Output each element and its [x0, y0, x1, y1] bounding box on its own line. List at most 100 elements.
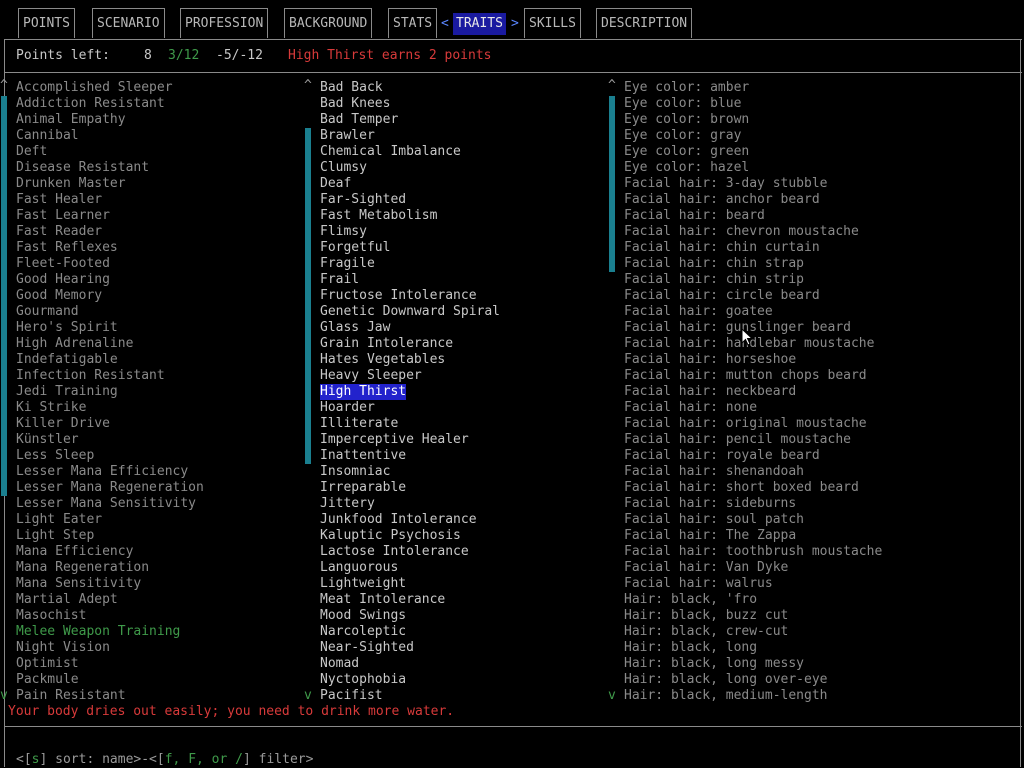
neutral-trait-item[interactable]: Facial hair: horseshoe	[624, 352, 796, 368]
positive-trait-item[interactable]: Light Eater	[16, 512, 102, 528]
neutral-trait-item[interactable]: Facial hair: shenandoah	[624, 464, 804, 480]
positive-trait-item[interactable]: Gourmand	[16, 304, 79, 320]
negative-trait-item[interactable]: Narcoleptic	[320, 624, 406, 640]
positive-trait-item[interactable]: Ki Strike	[16, 400, 86, 416]
negative-trait-item[interactable]: Forgetful	[320, 240, 390, 256]
neutral-trait-item[interactable]: Facial hair: anchor beard	[624, 192, 820, 208]
positive-trait-item[interactable]: Jedi Training	[16, 384, 118, 400]
positive-trait-item[interactable]: Killer Drive	[16, 416, 110, 432]
positive-trait-item[interactable]: Mana Sensitivity	[16, 576, 141, 592]
col2-scroll-down-icon[interactable]: v	[304, 688, 312, 703]
neutral-trait-item[interactable]: Facial hair: chin strap	[624, 256, 804, 272]
negative-trait-item[interactable]: Irreparable	[320, 480, 406, 496]
positive-trait-item[interactable]: Accomplished Sleeper	[16, 80, 173, 96]
neutral-trait-item[interactable]: Eye color: amber	[624, 80, 749, 96]
neutral-trait-item[interactable]: Eye color: brown	[624, 112, 749, 128]
negative-trait-item[interactable]: Grain Intolerance	[320, 336, 453, 352]
neutral-trait-item[interactable]: Facial hair: royale beard	[624, 448, 820, 464]
col2-scrollbar[interactable]	[305, 128, 311, 464]
positive-trait-item[interactable]: Lesser Mana Efficiency	[16, 464, 188, 480]
negative-trait-item[interactable]: Brawler	[320, 128, 375, 144]
neutral-trait-item[interactable]: Facial hair: chevron moustache	[624, 224, 859, 240]
negative-trait-item[interactable]: Lightweight	[320, 576, 406, 592]
negative-trait-item[interactable]: Nomad	[320, 656, 359, 672]
positive-trait-item[interactable]: Fast Reflexes	[16, 240, 118, 256]
negative-trait-item[interactable]: Fast Metabolism	[320, 208, 437, 224]
tab-description[interactable]: DESCRIPTION	[596, 8, 693, 38]
negative-trait-item[interactable]: Languorous	[320, 560, 398, 576]
negative-trait-item[interactable]: Lactose Intolerance	[320, 544, 469, 560]
neutral-trait-item[interactable]: Eye color: green	[624, 144, 749, 160]
filter-keys[interactable]: f, F, or /	[165, 752, 243, 767]
negative-trait-item[interactable]: Insomniac	[320, 464, 390, 480]
positive-trait-item[interactable]: Martial Adept	[16, 592, 118, 608]
col3-scroll-down-icon[interactable]: v	[608, 688, 616, 703]
negative-trait-item[interactable]: Kaluptic Psychosis	[320, 528, 461, 544]
tab-scenario[interactable]: SCENARIO	[92, 8, 165, 38]
tab-background[interactable]: BACKGROUND	[284, 8, 373, 38]
negative-trait-item[interactable]: Nyctophobia	[320, 672, 406, 688]
negative-trait-item[interactable]: Jittery	[320, 496, 375, 512]
positive-trait-item[interactable]: Drunken Master	[16, 176, 126, 192]
negative-trait-item[interactable]: Genetic Downward Spiral	[320, 304, 500, 320]
positive-trait-item[interactable]: Packmule	[16, 672, 79, 688]
neutral-trait-item[interactable]: Facial hair: The Zappa	[624, 528, 796, 544]
negative-trait-item[interactable]: Far-Sighted	[320, 192, 406, 208]
negative-trait-item[interactable]: Bad Temper	[320, 112, 398, 128]
neutral-trait-item[interactable]: Facial hair: toothbrush moustache	[624, 544, 882, 560]
negative-trait-item[interactable]: Bad Back	[320, 80, 383, 96]
col3-scroll-up-icon[interactable]: ^	[608, 78, 616, 93]
positive-trait-item[interactable]: Infection Resistant	[16, 368, 165, 384]
neutral-trait-item[interactable]: Facial hair: pencil moustache	[624, 432, 851, 448]
col1-scrollbar[interactable]	[1, 96, 7, 496]
tab-stats[interactable]: STATS	[388, 8, 438, 38]
neutral-trait-item[interactable]: Facial hair: sideburns	[624, 496, 796, 512]
col1-scroll-down-icon[interactable]: v	[0, 688, 8, 703]
negative-trait-item[interactable]: Meat Intolerance	[320, 592, 445, 608]
neutral-trait-item[interactable]: Facial hair: chin curtain	[624, 240, 820, 256]
positive-trait-item[interactable]: Less Sleep	[16, 448, 94, 464]
neutral-trait-item[interactable]: Facial hair: soul patch	[624, 512, 804, 528]
positive-trait-item[interactable]: Masochist	[16, 608, 86, 624]
neutral-trait-item[interactable]: Facial hair: goatee	[624, 304, 773, 320]
col3-scrollbar[interactable]	[609, 96, 615, 272]
neutral-trait-item[interactable]: Hair: black, 'fro	[624, 592, 757, 608]
filter-label[interactable]: ] filter>	[243, 752, 313, 767]
tab-points[interactable]: POINTS	[18, 8, 75, 38]
negative-trait-item[interactable]: Frail	[320, 272, 359, 288]
positive-trait-item[interactable]: Pain Resistant	[16, 688, 126, 704]
positive-trait-item[interactable]: Fast Healer	[16, 192, 102, 208]
negative-trait-item[interactable]: Chemical Imbalance	[320, 144, 461, 160]
col2-scroll-up-icon[interactable]: ^	[304, 78, 312, 93]
positive-trait-item[interactable]: Good Memory	[16, 288, 102, 304]
neutral-trait-item[interactable]: Facial hair: short boxed beard	[624, 480, 859, 496]
negative-trait-item[interactable]: High Thirst	[320, 384, 407, 400]
neutral-trait-item[interactable]: Facial hair: gunslinger beard	[624, 320, 851, 336]
positive-trait-item[interactable]: Künstler	[16, 432, 79, 448]
neutral-trait-item[interactable]: Hair: black, buzz cut	[624, 608, 788, 624]
negative-trait-item[interactable]: Pacifist	[320, 688, 383, 704]
positive-trait-item[interactable]: Fast Reader	[16, 224, 102, 240]
positive-trait-item[interactable]: Deft	[16, 144, 47, 160]
negative-trait-item[interactable]: Deaf	[320, 176, 351, 192]
positive-trait-item[interactable]: Melee Weapon Training	[16, 624, 180, 640]
positive-trait-item[interactable]: Mana Efficiency	[16, 544, 133, 560]
negative-trait-item[interactable]: Mood Swings	[320, 608, 406, 624]
tab-skills[interactable]: SKILLS	[524, 8, 581, 38]
positive-trait-item[interactable]: Disease Resistant	[16, 160, 149, 176]
neutral-trait-item[interactable]: Facial hair: original moustache	[624, 416, 867, 432]
positive-trait-item[interactable]: Fleet-Footed	[16, 256, 110, 272]
tab-prev-arrow-icon[interactable]: <	[441, 13, 449, 35]
col1-scroll-up-icon[interactable]: ^	[0, 78, 8, 93]
neutral-trait-item[interactable]: Eye color: blue	[624, 96, 741, 112]
positive-trait-item[interactable]: Fast Learner	[16, 208, 110, 224]
neutral-trait-item[interactable]: Facial hair: walrus	[624, 576, 773, 592]
negative-trait-item[interactable]: Hates Vegetables	[320, 352, 445, 368]
positive-trait-item[interactable]: High Adrenaline	[16, 336, 133, 352]
negative-trait-item[interactable]: Glass Jaw	[320, 320, 390, 336]
positive-trait-item[interactable]: Animal Empathy	[16, 112, 126, 128]
tab-traits[interactable]: TRAITS	[453, 13, 506, 35]
negative-trait-item[interactable]: Fructose Intolerance	[320, 288, 477, 304]
negative-trait-item[interactable]: Near-Sighted	[320, 640, 414, 656]
neutral-trait-item[interactable]: Facial hair: chin strip	[624, 272, 804, 288]
